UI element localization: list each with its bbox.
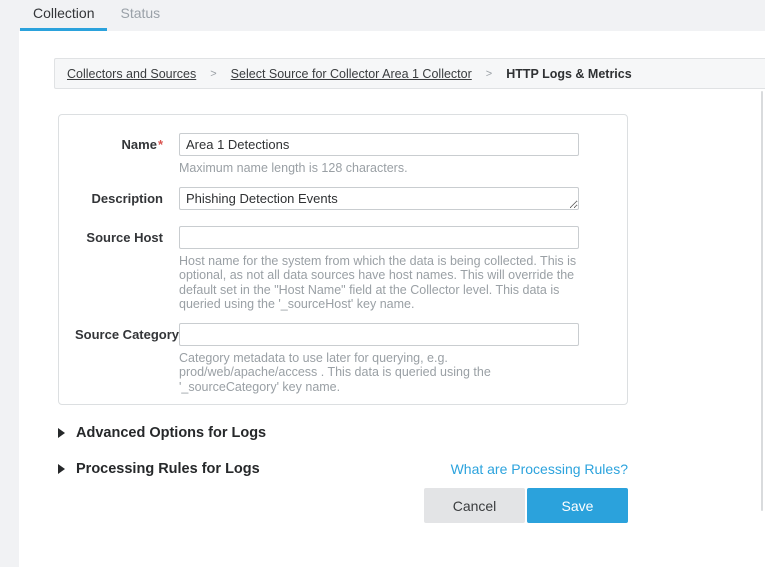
source-category-help-text: Category metadata to use later for query…: [179, 351, 579, 395]
tab-collection[interactable]: Collection: [20, 0, 107, 31]
what-are-processing-rules-link[interactable]: What are Processing Rules?: [451, 461, 628, 477]
form-action-buttons: Cancel Save: [58, 488, 628, 523]
processing-rules-toggle[interactable]: Processing Rules for Logs: [58, 461, 260, 477]
name-help-text: Maximum name length is 128 characters.: [179, 161, 579, 176]
form-row-name: Name* Maximum name length is 128 charact…: [75, 133, 627, 176]
form-row-source-category: Source Category Category metadata to use…: [75, 323, 627, 395]
name-label-text: Name: [122, 137, 157, 152]
breadcrumb-separator-icon: >: [486, 68, 492, 80]
expand-arrow-icon: [58, 464, 65, 474]
source-category-field-label: Source Category: [75, 323, 163, 395]
source-category-input[interactable]: [179, 323, 579, 346]
source-host-field-label: Source Host: [75, 226, 163, 312]
description-field-label: Description: [75, 187, 163, 215]
breadcrumb-current-page: HTTP Logs & Metrics: [506, 67, 631, 81]
tab-status[interactable]: Status: [107, 0, 173, 31]
advanced-options-row: Advanced Options for Logs: [58, 425, 628, 441]
source-host-help-text: Host name for the system from which the …: [179, 254, 579, 312]
breadcrumb-separator-icon: >: [210, 68, 216, 80]
source-host-input[interactable]: [179, 226, 579, 249]
cancel-button[interactable]: Cancel: [424, 488, 525, 523]
processing-rules-row: Processing Rules for Logs What are Proce…: [58, 461, 628, 477]
advanced-options-toggle[interactable]: Advanced Options for Logs: [58, 425, 266, 441]
advanced-options-title: Advanced Options for Logs: [76, 425, 266, 441]
top-tab-bar: Collection Status: [0, 0, 765, 31]
breadcrumb-link-select-source[interactable]: Select Source for Collector Area 1 Colle…: [231, 67, 472, 81]
name-input[interactable]: [179, 133, 579, 156]
save-button[interactable]: Save: [527, 488, 628, 523]
content-sheet: Collectors and Sources > Select Source f…: [19, 31, 765, 567]
processing-rules-title: Processing Rules for Logs: [76, 461, 260, 477]
expand-arrow-icon: [58, 428, 65, 438]
breadcrumb-link-collectors-and-sources[interactable]: Collectors and Sources: [67, 67, 196, 81]
description-textarea[interactable]: Phishing Detection Events: [179, 187, 579, 210]
form-row-source-host: Source Host Host name for the system fro…: [75, 226, 627, 312]
accordion-sections: Advanced Options for Logs Processing Rul…: [58, 425, 628, 477]
breadcrumb: Collectors and Sources > Select Source f…: [54, 58, 765, 89]
scrollbar[interactable]: [761, 91, 763, 511]
source-config-form: Name* Maximum name length is 128 charact…: [58, 114, 628, 405]
form-row-description: Description Phishing Detection Events: [75, 187, 627, 215]
name-field-label: Name*: [75, 133, 163, 176]
required-asterisk: *: [158, 137, 163, 152]
